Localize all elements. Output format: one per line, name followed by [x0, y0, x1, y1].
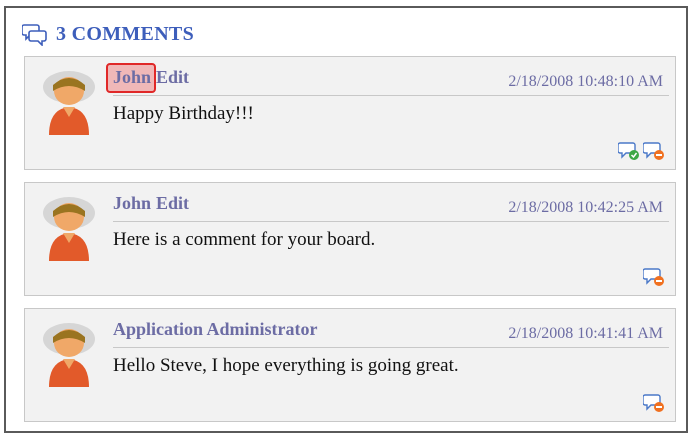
comment-author: Application Administrator [113, 319, 318, 340]
comment-item: Application Administrator 2/18/2008 10:4… [24, 308, 676, 422]
comment-text: Hello Steve, I hope everything is going … [113, 355, 459, 376]
author-name-link[interactable]: John [113, 193, 151, 214]
comment-timestamp: 2/18/2008 10:41:41 AM [508, 325, 663, 342]
user-avatar-icon [43, 323, 95, 387]
comment-timestamp: 2/18/2008 10:48:10 AM [508, 73, 663, 90]
comment-actions [618, 141, 665, 161]
comments-panel: 3 COMMENTS John Edit 2/18/2008 10:48:10 … [4, 6, 688, 433]
comments-icon [22, 24, 47, 46]
author-name-link[interactable]: John [105, 63, 157, 93]
edit-link[interactable]: Edit [156, 193, 189, 214]
delete-comment-icon[interactable] [643, 267, 665, 287]
comment-actions [643, 267, 665, 287]
comment-item: John Edit 2/18/2008 10:48:10 AM Happy Bi… [24, 56, 676, 170]
divider [113, 95, 669, 96]
comment-text: Here is a comment for your board. [113, 229, 376, 250]
comment-actions [643, 393, 665, 413]
comment-item: John Edit 2/18/2008 10:42:25 AM Here is … [24, 182, 676, 296]
user-avatar-icon [43, 71, 95, 135]
comments-count-title: 3 COMMENTS [56, 22, 194, 45]
approve-comment-icon[interactable] [618, 141, 640, 161]
divider [113, 221, 669, 222]
comments-header: 3 COMMENTS [22, 22, 194, 46]
divider [113, 347, 669, 348]
comment-text: Happy Birthday!!! [113, 103, 254, 124]
comment-author: John Edit [105, 63, 189, 93]
user-avatar-icon [43, 197, 95, 261]
delete-comment-icon[interactable] [643, 141, 665, 161]
delete-comment-icon[interactable] [643, 393, 665, 413]
comment-timestamp: 2/18/2008 10:42:25 AM [508, 199, 663, 216]
comment-author: John Edit [113, 193, 189, 214]
edit-link[interactable]: Edit [156, 67, 189, 88]
author-name-link[interactable]: Application Administrator [113, 319, 318, 340]
